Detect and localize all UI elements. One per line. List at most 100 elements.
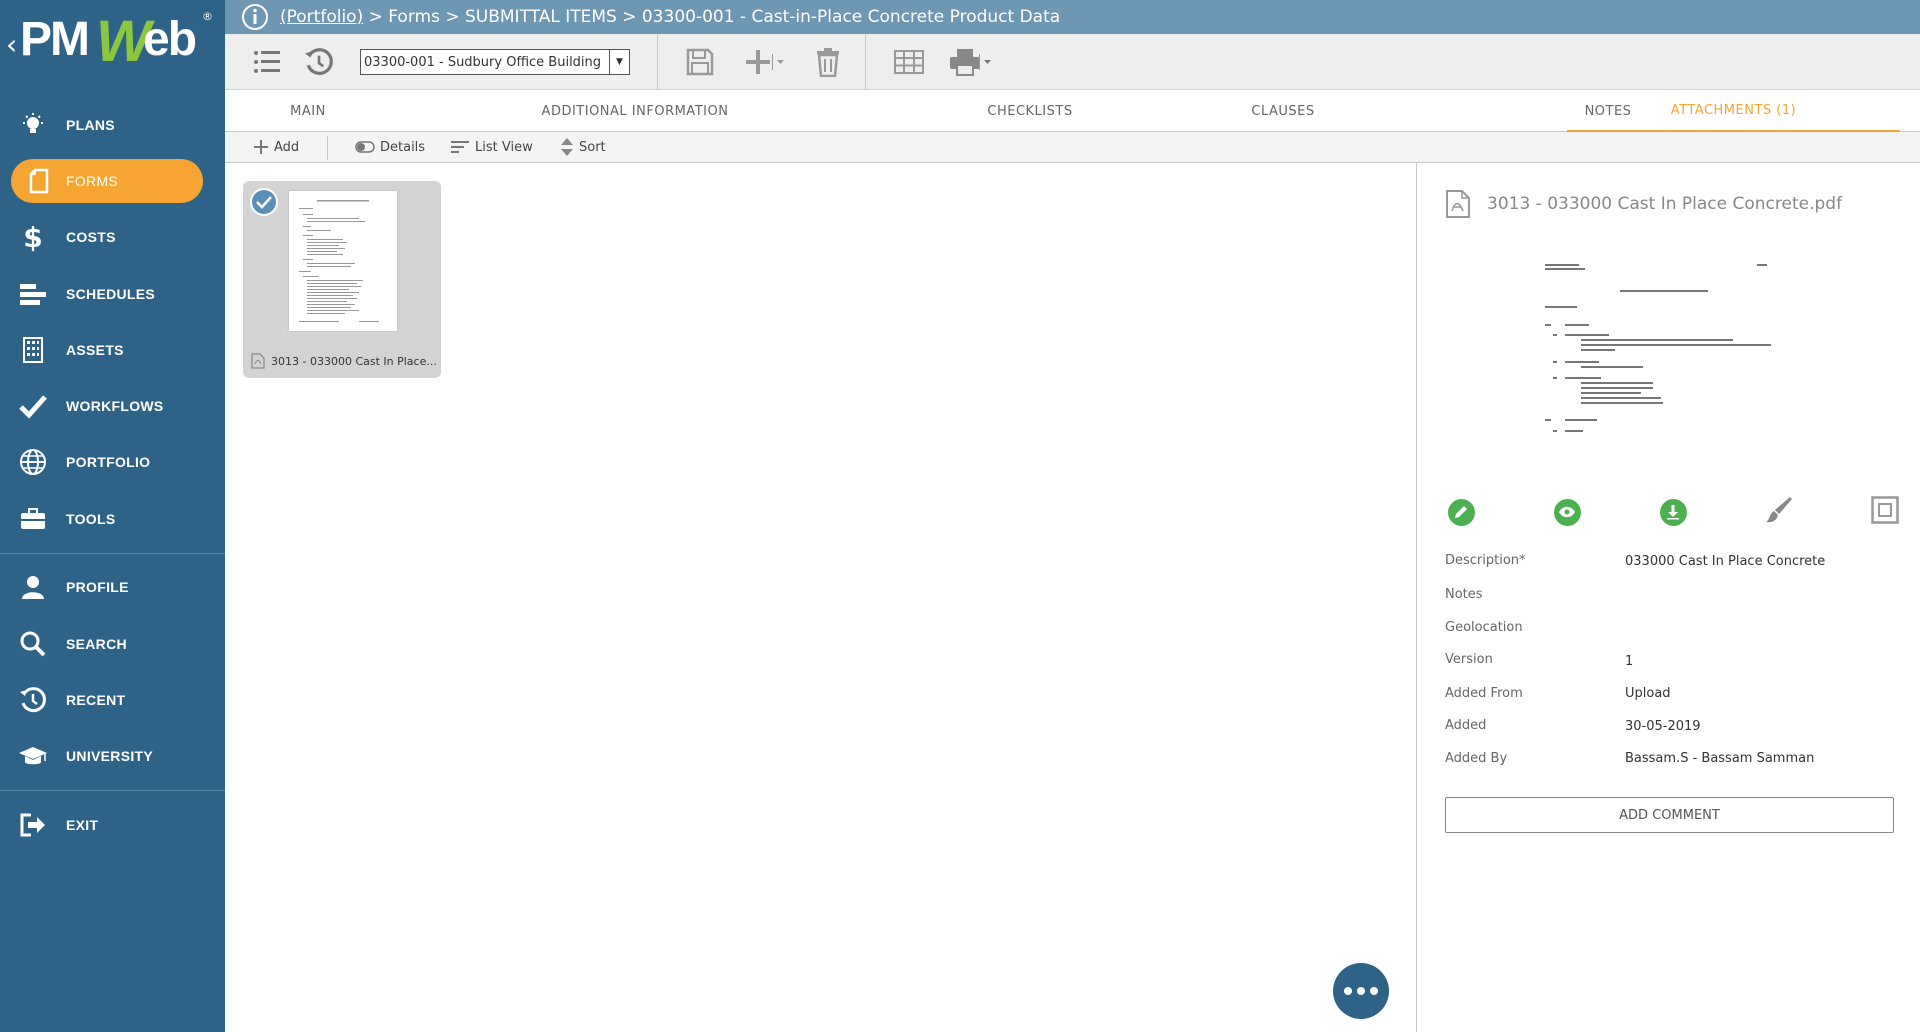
sidebar-item-tools[interactable]: TOOLS — [0, 496, 225, 542]
sidebar-item-costs[interactable]: $ COSTS — [0, 214, 225, 260]
back-chevron-icon[interactable]: ‹ — [6, 28, 17, 61]
logo-registered: ® — [202, 10, 213, 23]
logo-text-eb: eb — [143, 13, 197, 66]
added-label: Added — [1445, 718, 1487, 733]
tab-additional-information[interactable]: ADDITIONAL INFORMATION — [510, 90, 760, 132]
sidebar-item-search[interactable]: SEARCH — [0, 621, 225, 667]
sidebar-item-workflows[interactable]: WORKFLOWS — [0, 383, 225, 429]
attachment-card[interactable]: 3013 - 033000 Cast In Place... — [243, 181, 441, 378]
details-toggle[interactable]: Details — [355, 132, 425, 162]
sidebar-item-assets[interactable]: ASSETS — [0, 327, 225, 373]
added-from-value: Upload — [1625, 686, 1671, 701]
history-icon[interactable] — [301, 44, 337, 80]
list-icon[interactable] — [249, 44, 285, 80]
document-preview[interactable] — [1525, 258, 1825, 468]
details-toggle-label: Details — [380, 139, 426, 155]
view-button[interactable] — [1551, 496, 1583, 528]
subtoolbar-divider — [327, 136, 328, 160]
chevron-down-icon[interactable]: ▼ — [609, 50, 629, 74]
grid-icon[interactable] — [891, 44, 927, 80]
edit-button[interactable] — [1445, 496, 1477, 528]
schedule-bars-icon — [0, 282, 66, 306]
more-dot — [1370, 987, 1378, 995]
search-icon — [0, 630, 66, 658]
delete-icon[interactable] — [810, 44, 846, 80]
sidebar-divider — [0, 790, 225, 791]
add-comment-button[interactable]: ADD COMMENT — [1445, 797, 1894, 833]
document-thumbnail — [289, 191, 397, 331]
sidebar-item-exit[interactable]: EXIT — [0, 802, 225, 848]
fullscreen-button[interactable] — [1869, 496, 1901, 528]
sort-label: Sort — [579, 139, 606, 155]
globe-icon — [0, 448, 66, 476]
tab-checklists[interactable]: CHECKLISTS — [930, 90, 1130, 132]
attachment-card-footer: 3013 - 033000 Cast In Place... — [243, 344, 441, 378]
list-view-button[interactable]: List View — [450, 132, 533, 162]
breadcrumb-portfolio-link[interactable]: (Portfolio) — [280, 7, 363, 27]
toggle-icon — [355, 140, 375, 154]
tab-bar: MAIN ADDITIONAL INFORMATION CHECKLISTS C… — [225, 90, 1920, 132]
breadcrumb: (Portfolio) > Forms > SUBMITTAL ITEMS > … — [280, 7, 1060, 27]
version-value: 1 — [1625, 654, 1634, 669]
sidebar-item-plans[interactable]: PLANS — [0, 102, 225, 148]
selected-check-icon[interactable] — [250, 188, 278, 216]
sidebar-item-label: COSTS — [66, 229, 116, 245]
pdf-file-icon — [1445, 189, 1471, 219]
save-icon[interactable] — [682, 44, 718, 80]
dollar-icon: $ — [0, 222, 66, 252]
add-button-label: Add — [274, 139, 300, 155]
info-icon[interactable] — [240, 2, 270, 32]
paintbrush-icon — [1764, 495, 1794, 529]
pdf-file-icon — [251, 353, 265, 369]
tab-clauses[interactable]: CLAUSES — [1203, 90, 1363, 132]
fullscreen-icon — [1871, 496, 1899, 528]
markup-brush-button[interactable] — [1763, 496, 1795, 528]
added-by-label: Added By — [1445, 751, 1508, 766]
sidebar-item-schedules[interactable]: SCHEDULES — [0, 271, 225, 317]
tab-main[interactable]: MAIN — [225, 90, 391, 132]
added-from-label: Added From — [1445, 686, 1523, 701]
lightbulb-icon — [0, 112, 66, 138]
sidebar-item-label: WORKFLOWS — [66, 398, 164, 414]
svg-text:$: $ — [23, 222, 42, 252]
more-actions-button[interactable] — [1333, 963, 1389, 1019]
added-value: 30-05-2019 — [1625, 719, 1701, 734]
attachment-details-panel: 3013 - 033000 Cast In Place Concrete.pdf — [1416, 163, 1920, 1032]
checkmark-icon — [0, 393, 66, 419]
description-label: Description* — [1445, 553, 1526, 568]
sidebar-item-label: PLANS — [66, 117, 115, 133]
sidebar-item-recent[interactable]: RECENT — [0, 677, 225, 723]
sidebar-item-label: PROFILE — [66, 579, 129, 595]
sidebar-item-label: ASSETS — [66, 342, 124, 358]
print-dropdown-chevron-icon[interactable] — [977, 44, 993, 80]
add-button[interactable]: Add — [253, 132, 299, 162]
sidebar-item-forms[interactable]: FORMS — [11, 159, 203, 203]
geolocation-label: Geolocation — [1445, 620, 1523, 635]
sidebar-item-label: UNIVERSITY — [66, 748, 154, 764]
forms-icon — [11, 168, 66, 194]
exit-icon — [0, 812, 66, 838]
sidebar-item-profile[interactable]: PROFILE — [0, 564, 225, 610]
eye-icon — [1553, 498, 1581, 526]
sidebar-item-label: PORTFOLIO — [66, 454, 151, 470]
file-title: 3013 - 033000 Cast In Place Concrete.pdf — [1445, 189, 1842, 219]
toolbar: 03300-001 - Sudbury Office Building ▼ — [225, 34, 1920, 90]
sidebar-item-label: RECENT — [66, 692, 126, 708]
sidebar-item-university[interactable]: UNIVERSITY — [0, 733, 225, 779]
pencil-icon — [1447, 498, 1475, 526]
project-select[interactable]: 03300-001 - Sudbury Office Building ▼ — [360, 49, 630, 75]
sidebar-item-label: TOOLS — [66, 511, 116, 527]
pmweb-logo[interactable]: ‹ PM W eb ® — [6, 9, 213, 74]
sidebar-item-label: EXIT — [66, 817, 99, 833]
tab-attachments[interactable]: ATTACHMENTS (1) — [1567, 90, 1900, 132]
download-button[interactable] — [1657, 496, 1689, 528]
sidebar-item-portfolio[interactable]: PORTFOLIO — [0, 439, 225, 485]
list-view-label: List View — [475, 139, 533, 155]
add-dropdown-chevron-icon[interactable] — [770, 44, 786, 80]
list-view-icon — [450, 140, 470, 154]
description-value[interactable]: 033000 Cast In Place Concrete — [1625, 554, 1825, 569]
attachment-card-label: 3013 - 033000 Cast In Place... — [271, 354, 437, 368]
sort-button[interactable]: Sort — [560, 132, 606, 162]
breadcrumb-path: > Forms > SUBMITTAL ITEMS > 03300-001 - … — [363, 7, 1061, 27]
more-dot — [1344, 987, 1352, 995]
